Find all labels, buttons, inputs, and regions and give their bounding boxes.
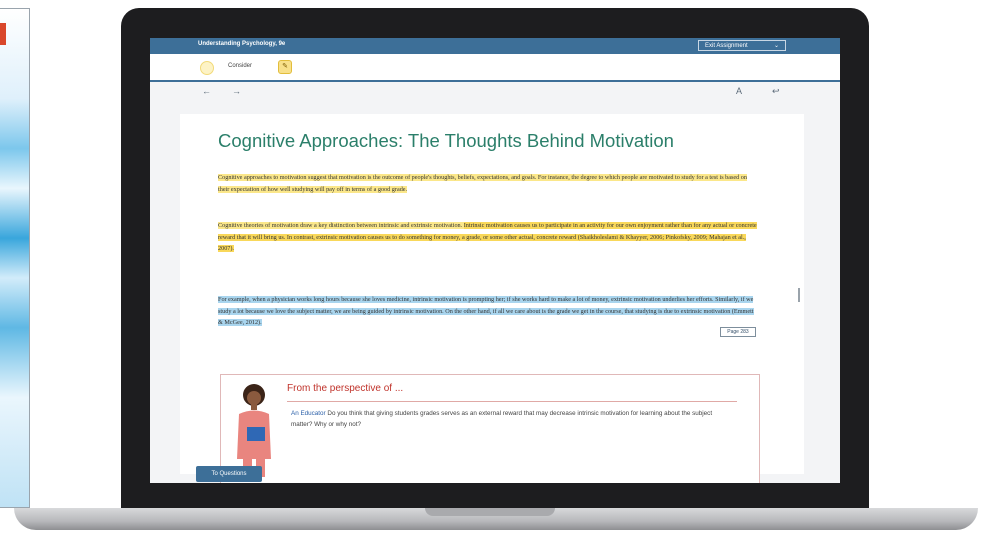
exit-assignment-button[interactable]: Exit Assignment ⌄ bbox=[698, 40, 786, 51]
scrollbar[interactable] bbox=[798, 288, 800, 302]
perspective-question-text: Do you think that giving students grades… bbox=[291, 410, 713, 428]
text-size-icon[interactable]: A bbox=[736, 86, 742, 96]
book-cover bbox=[0, 8, 30, 508]
chevron-down-icon: ⌄ bbox=[773, 43, 779, 49]
section-heading: Cognitive Approaches: The Thoughts Behin… bbox=[218, 130, 674, 151]
app-title: Understanding Psychology, 9e bbox=[198, 41, 286, 47]
cover-tab bbox=[0, 23, 6, 45]
paragraph-1-text[interactable]: Cognitive approaches to motivation sugge… bbox=[218, 174, 747, 193]
paragraph-2-text-a[interactable]: Cognitive theories of motivation draw a … bbox=[218, 222, 464, 229]
paragraph-3-text[interactable]: For example, when a physician works long… bbox=[218, 296, 754, 326]
educator-illustration bbox=[237, 384, 271, 477]
perspective-question: An Educator Do you think that giving stu… bbox=[291, 408, 731, 430]
undo-icon[interactable]: ↩ bbox=[772, 86, 780, 97]
to-questions-button[interactable]: To Questions bbox=[196, 466, 262, 482]
app-header: Understanding Psychology, 9e Exit Assign… bbox=[150, 38, 840, 54]
toolbar-label: Consider bbox=[228, 63, 253, 69]
perspective-role: An Educator bbox=[291, 410, 326, 417]
laptop-screen: Understanding Psychology, 9e Exit Assign… bbox=[150, 38, 840, 483]
reading-card: Cognitive Approaches: The Thoughts Behin… bbox=[180, 114, 804, 483]
paragraph-3: For example, when a physician works long… bbox=[218, 294, 758, 329]
perspective-divider bbox=[287, 401, 737, 402]
reader-nav: ← → A ↩ bbox=[150, 82, 840, 102]
perspective-title: From the perspective of ... bbox=[287, 383, 404, 394]
laptop-notch bbox=[425, 508, 555, 516]
page-number-button[interactable]: Page 283 bbox=[720, 327, 756, 337]
progress-circle-icon[interactable] bbox=[200, 61, 214, 75]
arrow-right-icon[interactable]: → bbox=[232, 86, 241, 96]
perspective-box: From the perspective of ... An Educator … bbox=[220, 374, 760, 483]
arrow-left-icon[interactable]: ← bbox=[202, 86, 211, 96]
exit-assignment-label: Exit Assignment bbox=[705, 43, 748, 49]
assignment-toolbar: Consider ✎ bbox=[150, 54, 840, 82]
highlight-icon[interactable]: ✎ bbox=[278, 60, 292, 74]
paragraph-1: Cognitive approaches to motivation sugge… bbox=[218, 172, 758, 195]
paragraph-2: Cognitive theories of motivation draw a … bbox=[218, 220, 758, 255]
